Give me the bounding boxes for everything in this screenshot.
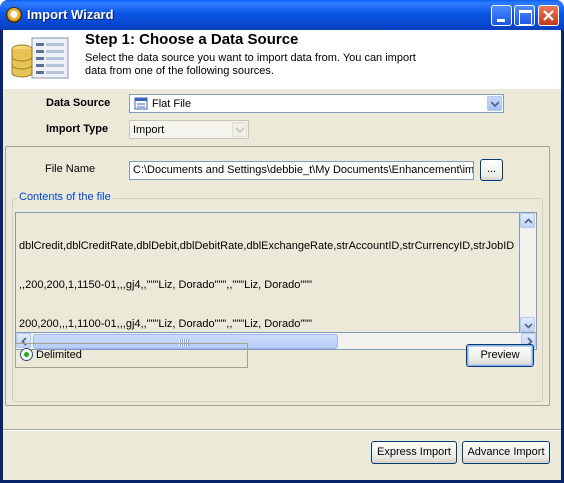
import-type-value: Import [133,124,165,136]
express-import-button[interactable]: Express Import [371,441,457,464]
chevron-down-icon[interactable] [232,122,247,137]
file-contents-lines: dblCredit,dblCreditRate,dblDebit,dblDebi… [19,214,515,332]
advance-import-button[interactable]: Advance Import [462,441,550,464]
file-contents-text[interactable]: dblCredit,dblCreditRate,dblDebit,dblDebi… [15,212,520,333]
file-line: dblCredit,dblCreditRate,dblDebit,dblDebi… [19,240,515,252]
dialog-body: Step 1: Choose a Data Source Select the … [3,30,561,480]
data-source-value: Flat File [152,98,192,110]
step-description-line: Select the data source you want to impor… [85,52,416,64]
step-description: Select the data source you want to impor… [85,52,425,78]
close-icon [543,10,554,21]
delimited-label[interactable]: Delimited [36,349,82,361]
data-import-icon [11,37,69,79]
chevron-down-icon [524,323,533,329]
flat-file-icon [134,97,148,110]
close-button[interactable] [538,5,559,26]
delimited-radio[interactable] [20,348,33,361]
file-name-label: File Name [45,163,96,175]
file-name-input[interactable]: C:\Documents and Settings\debbie_t\My Do… [129,161,474,180]
preview-button[interactable]: Preview [466,344,534,367]
scroll-up-button[interactable] [520,213,535,228]
maximize-button[interactable] [514,5,535,26]
browse-button[interactable]: ... [480,159,503,181]
chevron-down-icon[interactable] [487,96,502,111]
file-line: ,,200,200,1,1150-01,,,gj4,,"""Liz, Dorad… [19,279,313,291]
file-line: 200,200,,,1,1100-01,,,gj4,,"""Liz, Dorad… [19,318,313,330]
footer-divider [3,429,561,431]
chevron-up-icon [524,218,533,224]
data-source-select[interactable]: Flat File [129,94,504,113]
import-type-select[interactable]: Import [129,120,249,139]
file-contents-legend: Contents of the file [17,191,113,203]
data-source-label: Data Source [46,97,111,109]
window-title: Import Wizard [27,7,114,22]
wizard-header: Step 1: Choose a Data Source Select the … [3,30,561,89]
app-icon [6,7,22,23]
vertical-scrollbar[interactable] [520,212,537,333]
import-type-label: Import Type [46,123,109,135]
import-wizard-window: Import Wizard Step 1: Choose a Data Sour… [0,0,564,483]
scroll-down-button[interactable] [520,317,535,332]
title-bar[interactable]: Import Wizard [0,0,564,30]
step-description-line: data from one of the following sources. [85,65,274,77]
minimize-button[interactable] [491,5,512,26]
step-title: Step 1: Choose a Data Source [85,31,299,48]
